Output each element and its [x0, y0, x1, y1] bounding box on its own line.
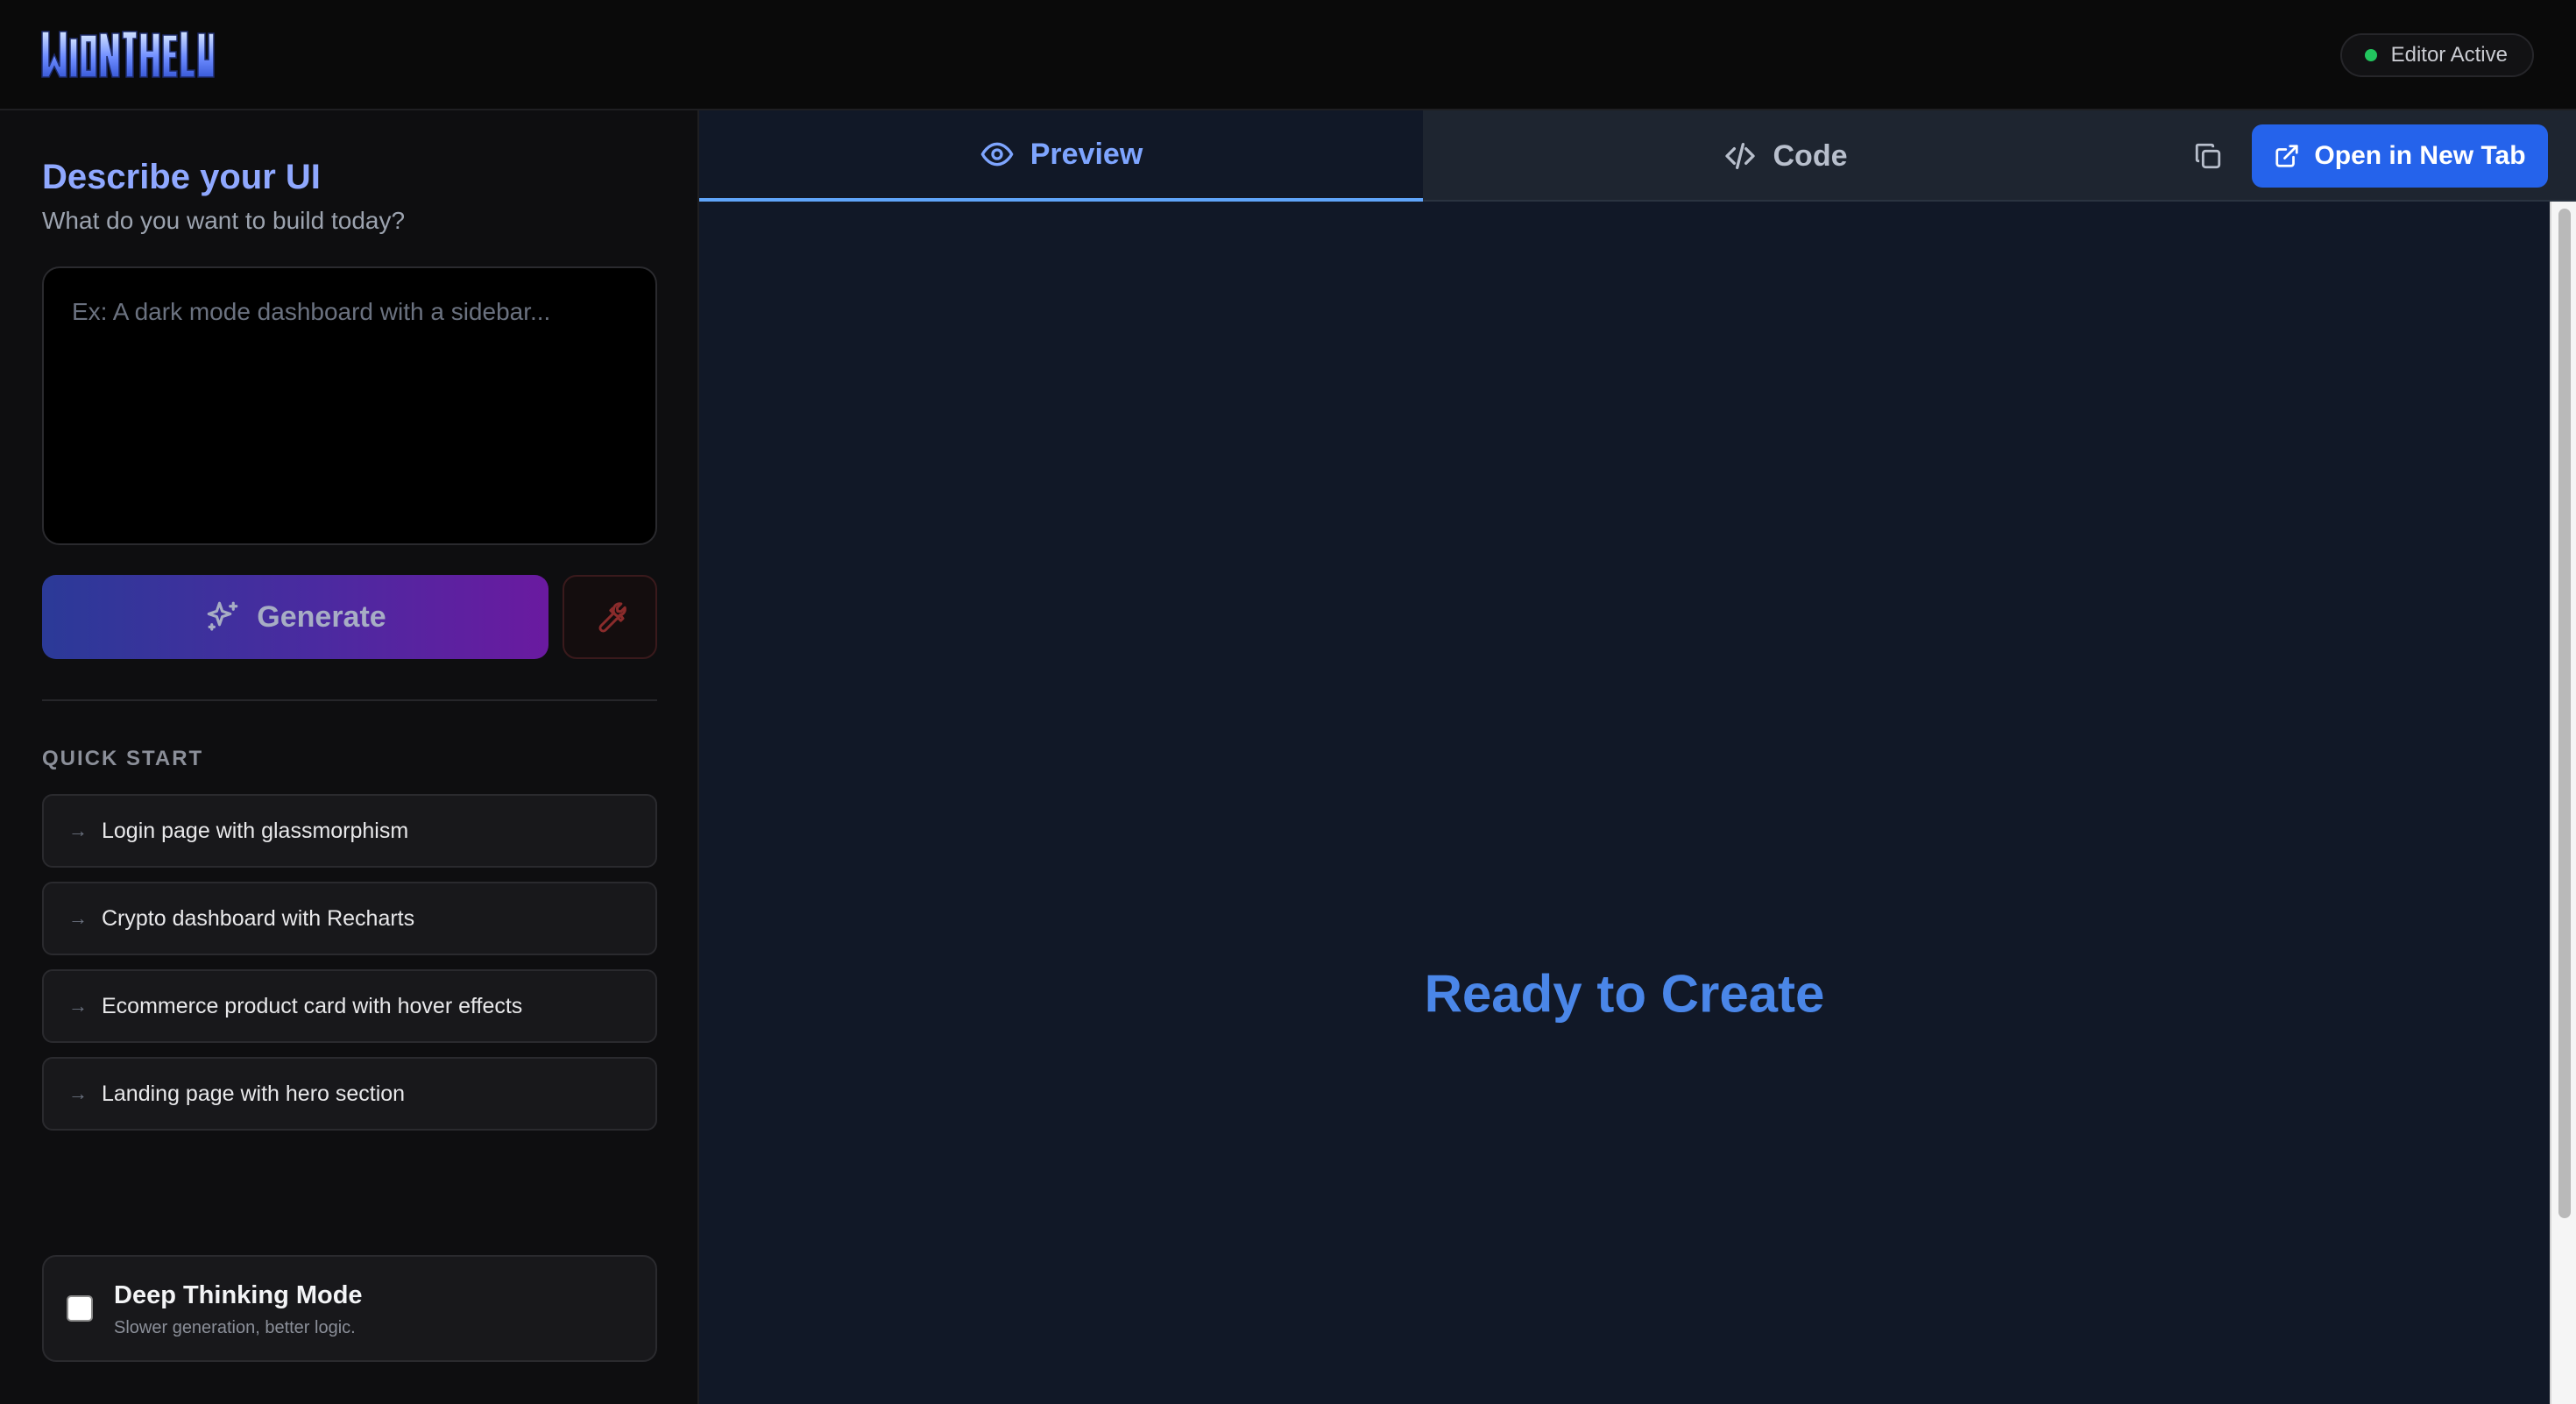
- tools-button[interactable]: [563, 575, 657, 659]
- code-icon: [1724, 143, 1755, 169]
- brand-logo: [41, 31, 215, 78]
- arrow-right-icon: →: [68, 819, 88, 841]
- external-link-icon: [2275, 145, 2299, 167]
- open-in-new-tab-label: Open in New Tab: [2314, 141, 2526, 170]
- arrow-right-icon: →: [68, 1082, 88, 1104]
- quick-start-item-label: Login page with glassmorphism: [102, 818, 409, 843]
- tab-code-label: Code: [1773, 138, 1848, 173]
- preview-canvas: Ready to Create: [699, 202, 2550, 1404]
- copy-icon: [2195, 143, 2221, 169]
- view-tab-bar: Preview Code Open in New Tab: [699, 110, 2576, 202]
- preview-scrollbar[interactable]: [2550, 202, 2576, 1404]
- open-in-new-tab-button[interactable]: Open in New Tab: [2252, 124, 2548, 188]
- quick-start-item-label: Landing page with hero section: [102, 1081, 406, 1106]
- deep-thinking-title: Deep Thinking Mode: [114, 1281, 363, 1309]
- deep-thinking-checkbox[interactable]: [67, 1295, 93, 1322]
- arrow-right-icon: →: [68, 995, 88, 1017]
- deep-thinking-subtitle: Slower generation, better logic.: [114, 1318, 356, 1337]
- eye-icon: [980, 142, 1014, 167]
- tab-preview[interactable]: Preview: [699, 110, 1423, 202]
- wrench-icon: [598, 602, 626, 633]
- status-dot-icon: [2364, 49, 2377, 61]
- sidebar-divider: [42, 699, 657, 701]
- quick-start-item[interactable]: → Crypto dashboard with Recharts: [42, 882, 657, 955]
- scrollbar-thumb[interactable]: [2558, 209, 2571, 1218]
- top-bar: Editor Active: [0, 0, 2576, 110]
- quick-start-item[interactable]: → Landing page with hero section: [42, 1057, 657, 1131]
- quick-start-item[interactable]: → Login page with glassmorphism: [42, 794, 657, 868]
- editor-status-badge: Editor Active: [2339, 33, 2534, 77]
- quick-start-heading: QUICK START: [42, 747, 204, 770]
- preview-empty-message: Ready to Create: [1424, 964, 1825, 1024]
- sidebar-title: Describe your UI: [42, 158, 321, 196]
- generate-button[interactable]: Generate: [42, 575, 548, 659]
- arrow-right-icon: →: [68, 907, 88, 929]
- deep-thinking-toggle[interactable]: Deep Thinking Mode Slower generation, be…: [42, 1255, 657, 1362]
- sparkles-icon: [207, 601, 238, 631]
- copy-button[interactable]: [2189, 137, 2227, 175]
- tab-code[interactable]: Code: [1423, 110, 2147, 202]
- prompt-input[interactable]: [42, 266, 657, 545]
- generate-button-label: Generate: [257, 599, 386, 634]
- sidebar-subtitle: What do you want to build today?: [42, 207, 406, 234]
- status-label: Editor Active: [2390, 43, 2508, 67]
- sidebar: Describe your UI What do you want to bui…: [0, 110, 699, 1404]
- quick-start-item-label: Ecommerce product card with hover effect…: [102, 993, 523, 1018]
- quick-start-item-label: Crypto dashboard with Recharts: [102, 905, 415, 931]
- quick-start-item[interactable]: → Ecommerce product card with hover effe…: [42, 969, 657, 1043]
- tab-preview-label: Preview: [1030, 137, 1143, 171]
- main-panel: Preview Code Open in New Tab Ready to Cr…: [699, 110, 2576, 1404]
